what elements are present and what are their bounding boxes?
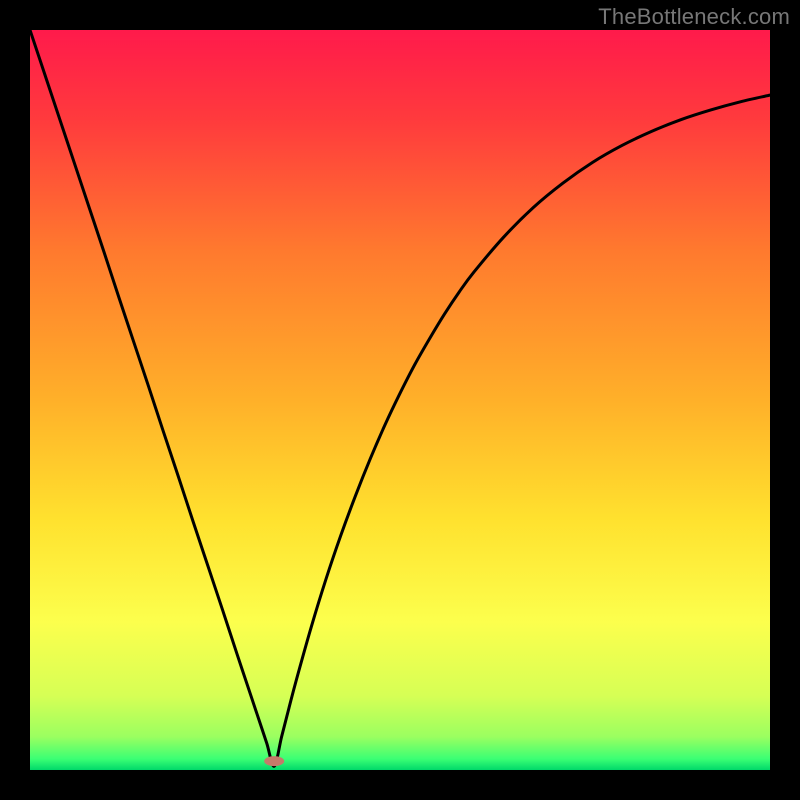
gradient-background	[30, 30, 770, 770]
chart-frame: TheBottleneck.com	[0, 0, 800, 800]
plot-area	[30, 30, 770, 770]
chart-svg	[30, 30, 770, 770]
watermark-text: TheBottleneck.com	[598, 4, 790, 30]
optimum-marker	[264, 756, 284, 766]
